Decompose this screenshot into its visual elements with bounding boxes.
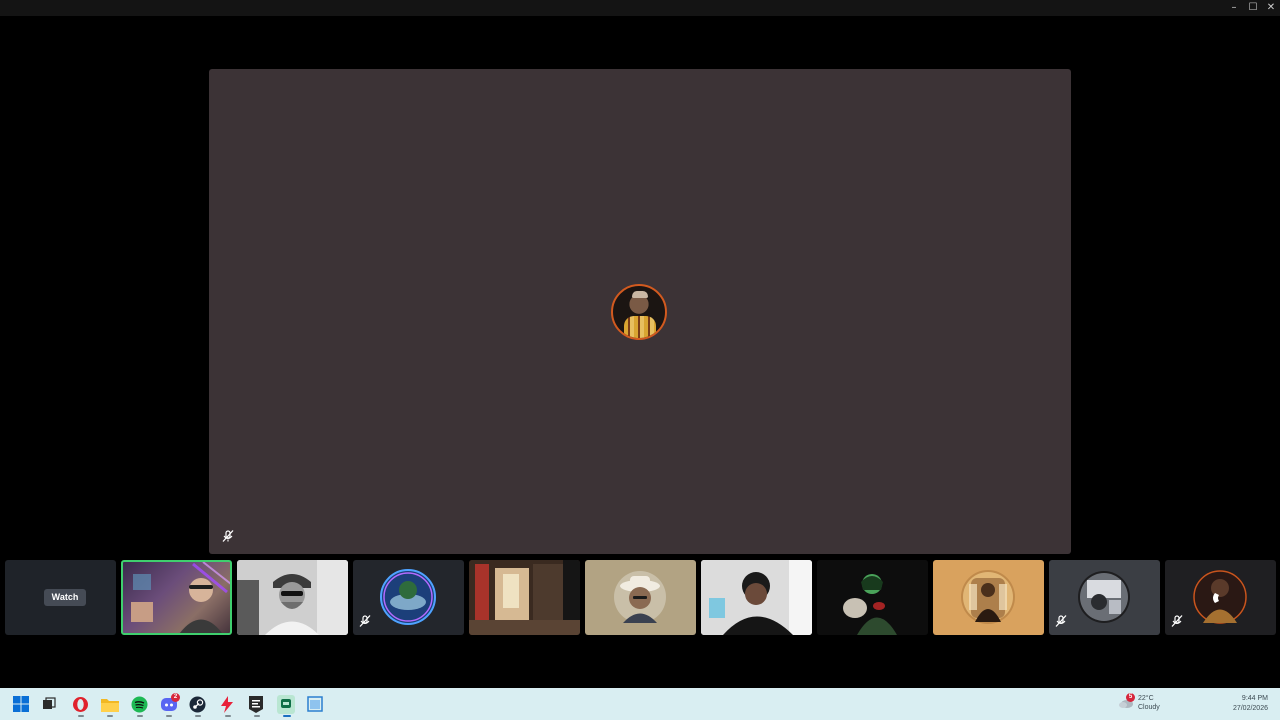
- taskbar: 2: [0, 688, 1280, 720]
- mic-muted-icon: [1055, 615, 1067, 627]
- participant-strip: Watch: [0, 560, 1280, 635]
- mic-muted-icon: [359, 615, 371, 627]
- close-button[interactable]: ✕: [1265, 2, 1277, 14]
- weather-widget[interactable]: 22°C Cloudy: [1138, 694, 1160, 712]
- weather-temperature: 22°C: [1138, 695, 1154, 702]
- running-indicator: [107, 715, 113, 717]
- participant-video-feed: [237, 560, 348, 635]
- running-indicator: [166, 715, 172, 717]
- mic-muted-icon: [1171, 615, 1183, 627]
- active-app-indicator: [283, 715, 291, 717]
- participant-tile-10[interactable]: [1165, 560, 1276, 635]
- running-indicator: [225, 715, 231, 717]
- participant-video-feed: [469, 560, 580, 635]
- weather-alert-badge: 5: [1126, 693, 1135, 702]
- participant-tile-active-speaker[interactable]: [121, 560, 232, 635]
- system-clock[interactable]: 9:44 PM 27/02/2026: [1220, 694, 1268, 714]
- windows-start-icon[interactable]: [13, 696, 29, 712]
- clock-date: 27/02/2026: [1232, 705, 1268, 712]
- opera-icon[interactable]: [72, 696, 89, 713]
- spotify-icon[interactable]: [131, 696, 148, 713]
- participant-tile-7[interactable]: [817, 560, 928, 635]
- participant-tile-6[interactable]: [701, 560, 812, 635]
- clock-time: 9:44 PM: [1241, 695, 1268, 702]
- participant-tile-5[interactable]: [585, 560, 696, 635]
- steam-icon[interactable]: [189, 696, 206, 713]
- main-stage[interactable]: [209, 69, 1071, 554]
- participant-tile-watch[interactable]: Watch: [5, 560, 116, 635]
- minimize-button[interactable]: –: [1228, 2, 1240, 14]
- participant-video-feed: [701, 560, 812, 635]
- participant-avatar: [961, 570, 1015, 624]
- participant-tile-3[interactable]: [353, 560, 464, 635]
- task-view-icon[interactable]: [42, 697, 56, 711]
- running-indicator: [78, 715, 84, 717]
- flash-app-icon[interactable]: [219, 696, 235, 713]
- speaker-avatar: [611, 284, 667, 340]
- participant-avatar: [614, 571, 666, 623]
- window-title-bar: – ☐ ✕: [0, 0, 1280, 16]
- messenger-app-icon[interactable]: [277, 695, 295, 714]
- participant-tile-9[interactable]: [1049, 560, 1160, 635]
- participant-tile-2[interactable]: [237, 560, 348, 635]
- window-app-icon[interactable]: [307, 696, 323, 712]
- file-explorer-icon[interactable]: [101, 697, 119, 712]
- epic-games-icon[interactable]: [248, 696, 264, 713]
- mic-muted-icon: [222, 530, 234, 542]
- maximize-button[interactable]: ☐: [1247, 2, 1259, 14]
- participant-video-feed: [817, 560, 928, 635]
- discord-notification-badge: 2: [171, 693, 180, 702]
- running-indicator: [195, 715, 201, 717]
- participant-tile-4[interactable]: [469, 560, 580, 635]
- watch-button[interactable]: Watch: [44, 589, 86, 606]
- participant-video-feed: [131, 562, 230, 633]
- running-indicator: [137, 715, 143, 717]
- running-indicator: [254, 715, 260, 717]
- weather-description: Cloudy: [1138, 704, 1160, 711]
- participant-tile-8[interactable]: [933, 560, 1044, 635]
